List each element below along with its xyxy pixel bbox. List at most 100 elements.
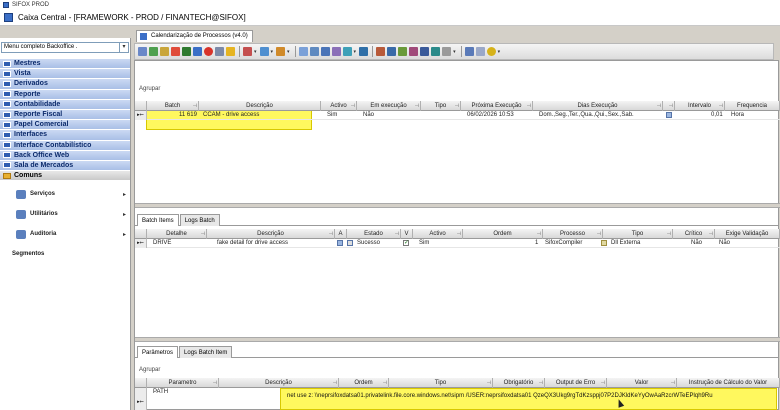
pin-icon[interactable]: ⊣: [597, 229, 601, 239]
col-pin[interactable]: ⊣: [663, 101, 675, 111]
window-icon[interactable]: [387, 47, 397, 56]
splitter-1[interactable]: [135, 203, 780, 208]
pin-icon[interactable]: ⊣: [601, 378, 605, 388]
pin-icon[interactable]: ⊣: [537, 229, 541, 239]
sub-item-servicos[interactable]: Serviços ▸: [0, 184, 130, 204]
row-selector-icon[interactable]: ▸⇐: [135, 388, 147, 410]
print-icon[interactable]: [160, 47, 169, 56]
clipboard-icon[interactable]: [464, 47, 474, 56]
row-selector-icon[interactable]: ▸⇐: [135, 111, 147, 120]
pin-icon[interactable]: ⊣: [457, 229, 461, 239]
chevron-down-icon[interactable]: ▾: [119, 43, 128, 52]
pin-icon[interactable]: ⊣: [709, 229, 713, 239]
pin-icon[interactable]: ⊣: [539, 378, 543, 388]
chevron-down-icon[interactable]: ▾: [287, 49, 290, 55]
col-descricao[interactable]: Descrição ⊣: [219, 378, 339, 388]
user-icon[interactable]: [409, 47, 419, 56]
col-output-de-erro[interactable]: Output de Erro ⊣: [545, 378, 607, 388]
add-icon[interactable]: [182, 47, 191, 56]
menu-item-vista[interactable]: Vista: [0, 69, 130, 80]
menu-item-mestres[interactable]: Mestres: [0, 59, 130, 70]
col-parametro[interactable]: Parametro ⊣: [147, 378, 219, 388]
tab-logs-batch[interactable]: Logs Batch: [179, 214, 220, 226]
col-critico[interactable]: Crítico ⊣: [673, 229, 715, 239]
tools-icon[interactable]: [376, 47, 386, 56]
col-em-execucao[interactable]: Em execução ⊣: [357, 101, 421, 111]
sub-item-segmentos[interactable]: Segmentos: [0, 244, 130, 264]
pin-icon[interactable]: ⊣: [193, 101, 197, 111]
tab-batch-items[interactable]: Batch Items: [137, 214, 179, 226]
export-icon[interactable]: [171, 47, 180, 56]
menu-item-comuns[interactable]: Comuns: [0, 171, 130, 182]
pin-icon[interactable]: ⊣: [657, 101, 661, 111]
menu-item-sala-de-mercados[interactable]: Sala de Mercados: [0, 160, 130, 172]
chevron-down-icon[interactable]: ▾: [271, 49, 274, 55]
col-proxima-execucao[interactable]: Próxima Execução ⊣: [461, 101, 533, 111]
menu-item-interfaces[interactable]: Interfaces: [0, 130, 130, 141]
pin-icon[interactable]: ⊣: [415, 101, 419, 111]
col-detalhe[interactable]: Detalhe ⊣: [147, 229, 207, 239]
pin-icon[interactable]: ⊣: [719, 101, 723, 111]
pin-icon[interactable]: ⊣: [395, 229, 399, 239]
validated-checkbox[interactable]: [403, 239, 409, 246]
copy-icon[interactable]: [193, 47, 202, 56]
menu-item-reporte[interactable]: Reporte: [0, 89, 130, 100]
pin-icon[interactable]: ⊣: [671, 378, 675, 388]
col-activo[interactable]: Activo ⊣: [321, 101, 357, 111]
pin-icon[interactable]: ⊣: [455, 101, 459, 111]
sub-item-auditoria[interactable]: Auditoria ▸: [0, 224, 130, 244]
menu-item-reporte-fiscal[interactable]: Reporte Fiscal: [0, 109, 130, 121]
delete-icon[interactable]: [204, 47, 213, 56]
pin-icon[interactable]: ⊣: [527, 101, 531, 111]
refresh-icon[interactable]: [149, 47, 158, 56]
menu-item-contabilidade[interactable]: Contabilidade: [0, 99, 130, 110]
col-activo[interactable]: Activo ⊣: [413, 229, 463, 239]
chevron-down-icon[interactable]: ▾: [498, 49, 501, 55]
col-descricao[interactable]: Descrição ⊣: [207, 229, 335, 239]
list-icon[interactable]: [309, 47, 319, 56]
col-dias-execucao[interactable]: Dias Execução ⊣: [533, 101, 663, 111]
chart-icon[interactable]: [331, 47, 341, 56]
chevron-down-icon[interactable]: ▾: [453, 49, 456, 55]
col-tipo[interactable]: Tipo ⊣: [603, 229, 673, 239]
row-selector-icon[interactable]: ▸⇐: [135, 239, 147, 248]
menu-item-back-office-web[interactable]: Back Office Web: [0, 150, 130, 161]
pin-icon[interactable]: ⊣: [487, 378, 491, 388]
group-icon[interactable]: [259, 47, 269, 56]
col-obrigatorio[interactable]: Obrigatório ⊣: [493, 378, 545, 388]
cell-valor[interactable]: net use z: \\neprsifoxdatsa01.privatelin…: [287, 392, 775, 401]
link-icon[interactable]: [342, 47, 352, 56]
document-icon[interactable]: [337, 240, 343, 246]
chevron-down-icon[interactable]: ▾: [254, 49, 257, 55]
col-estado[interactable]: Estado ⊣: [347, 229, 401, 239]
pin-icon[interactable]: ⊣: [383, 378, 387, 388]
settings-icon[interactable]: [359, 47, 369, 56]
pin-icon[interactable]: ⊣: [333, 378, 337, 388]
col-batch[interactable]: Batch ⊣: [147, 101, 199, 111]
col-frequencia[interactable]: Frequencia: [725, 101, 780, 111]
pin-icon[interactable]: ⊣: [213, 378, 217, 388]
run-icon[interactable]: [398, 47, 408, 56]
col-processo[interactable]: Processo ⊣: [543, 229, 603, 239]
filter-icon[interactable]: [243, 47, 252, 56]
pin-icon[interactable]: ⊣: [669, 101, 673, 111]
col-valor[interactable]: Valor ⊣: [607, 378, 677, 388]
group-by-bar-2[interactable]: Agrupar: [135, 364, 778, 378]
monitor-icon[interactable]: [420, 47, 430, 56]
table-row[interactable]: ▸⇐ 11 619 CCAM - drive access Sim Não 06…: [135, 111, 780, 120]
calendar-icon[interactable]: [666, 112, 672, 118]
history-icon[interactable]: [431, 47, 441, 56]
group-by-bar-1[interactable]: Agrupar: [135, 83, 778, 97]
chevron-down-icon[interactable]: ▾: [354, 49, 357, 55]
col-instrucao-calculo[interactable]: Instrução de Cálculo do Valor: [677, 378, 780, 388]
tab-logs-batch-item[interactable]: Logs Batch Item: [179, 346, 233, 358]
grid-icon[interactable]: [298, 47, 308, 56]
pin-icon[interactable]: ⊣: [329, 229, 333, 239]
star-icon[interactable]: [486, 47, 496, 56]
menu-selector-dropdown[interactable]: Menu completo Backoffice . ▾: [1, 42, 129, 53]
columns-icon[interactable]: [320, 47, 330, 56]
options-icon[interactable]: [442, 47, 452, 56]
sub-item-utilitarios[interactable]: Utilitários ▸: [0, 204, 130, 224]
search-icon[interactable]: [226, 47, 235, 56]
paste-icon[interactable]: [475, 47, 485, 56]
